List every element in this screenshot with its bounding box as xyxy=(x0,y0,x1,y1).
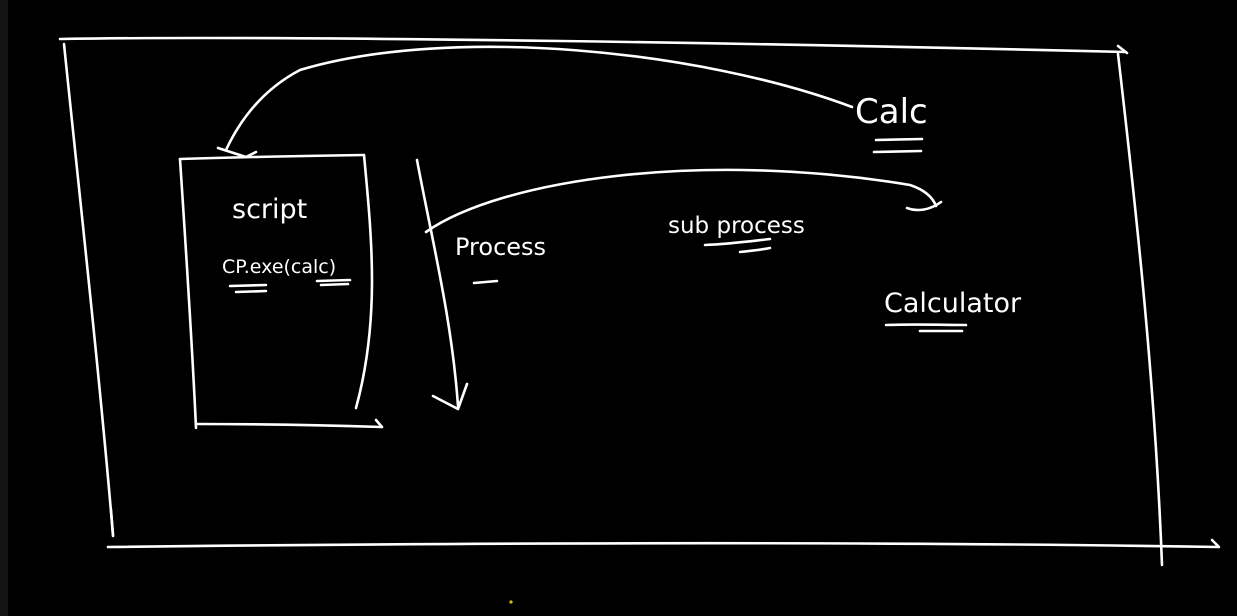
outer-frame xyxy=(58,36,1221,567)
diagram-svg: script CP.exe(calc) Process sub process … xyxy=(58,36,1221,604)
calculator-label: Calculator xyxy=(884,288,1022,319)
process-arrow xyxy=(415,158,469,411)
script-label: script xyxy=(232,194,307,225)
calc-label: Calc xyxy=(855,92,928,132)
accent-dot xyxy=(509,600,513,604)
subprocess-label: sub process xyxy=(668,213,805,239)
underlines xyxy=(228,137,968,333)
whiteboard-canvas: script CP.exe(calc) Process sub process … xyxy=(0,0,1237,616)
process-label: Process xyxy=(455,233,546,261)
code-label: CP.exe(calc) xyxy=(222,256,336,278)
calc-to-script-arrow xyxy=(216,45,854,159)
